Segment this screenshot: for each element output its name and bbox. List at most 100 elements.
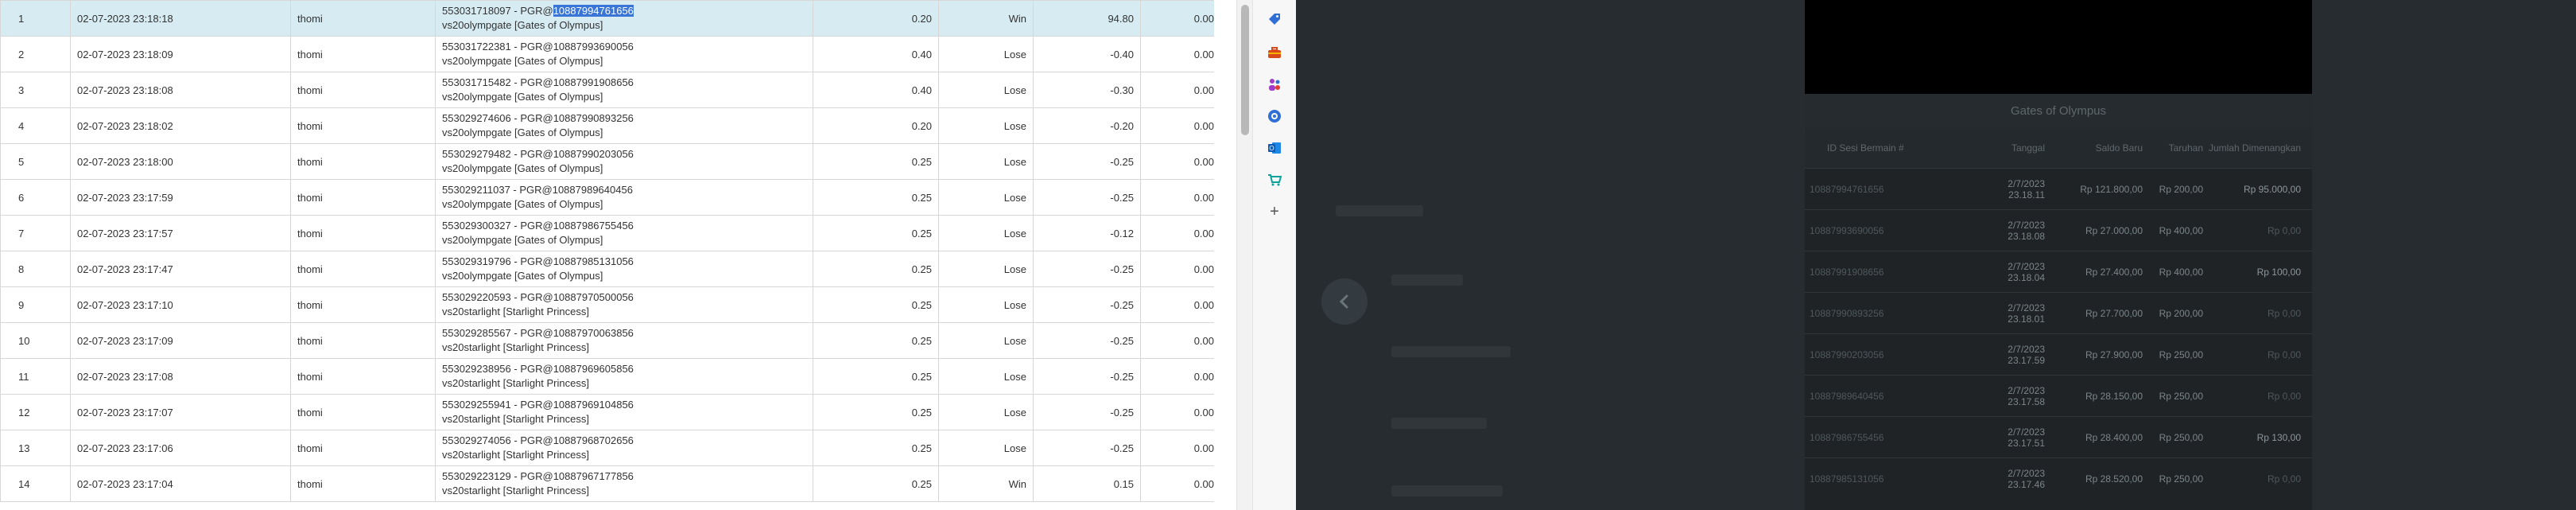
game-code: vs20olympgate [Gates of Olympus] (442, 127, 603, 138)
dimmed-menu-line (1391, 418, 1487, 429)
dimmed-menu-line (1391, 274, 1463, 286)
table-row[interactable]: 7 02-07-2023 23:17:57 thomi 553029300327 - … (0, 215, 1214, 251)
row-number: 10 (0, 322, 71, 359)
game-id-prefix: 553029238956 - PGR@ (442, 363, 553, 375)
table-row[interactable]: 1 02-07-2023 23:18:18 thomi 553031718097 - … (0, 0, 1214, 37)
table-row[interactable]: 11 02-07-2023 23:17:08 thomi 553029238956 -… (0, 358, 1214, 395)
bet-value: Rp 400,00 (2159, 224, 2203, 236)
dimmed-menu-line (1336, 205, 1423, 216)
game-round-id[interactable]: 10887969605856 (553, 363, 634, 375)
history-row[interactable]: 10887994761656 2/7/2023 23.18.11 Rp 121.80… (1805, 168, 2312, 209)
vertical-scrollbar[interactable] (1236, 0, 1253, 510)
row-number: 8 (0, 251, 71, 287)
username: thomi (290, 430, 436, 466)
game-info: 553029274606 - PGR@10887990893256 vs20oly… (435, 107, 813, 144)
plus-icon[interactable]: + (1263, 200, 1286, 223)
bet-date: 02-07-2023 23:18:02 (70, 107, 291, 144)
table-row[interactable]: 8 02-07-2023 23:17:47 thomi 553029319796 - … (0, 251, 1214, 287)
extension-icon[interactable] (1263, 105, 1286, 127)
shopping-cart-icon[interactable] (1263, 169, 1286, 191)
game-round-id[interactable]: 10887970063856 (553, 327, 634, 339)
history-row[interactable]: 10887990893256 2/7/2023 23.18.01 Rp 27.700… (1805, 292, 2312, 333)
history-row[interactable]: 10887990203056 2/7/2023 23.17.59 Rp 27.900… (1805, 333, 2312, 375)
game-round-id[interactable]: 10887970500056 (553, 291, 634, 303)
history-row[interactable]: 10887986755456 2/7/2023 23.17.51 Rp 28.400… (1805, 416, 2312, 457)
game-code: vs20olympgate [Gates of Olympus] (442, 270, 603, 282)
row-number: 4 (0, 107, 71, 144)
session-id: 10887993690056 (1810, 224, 1884, 236)
game-code: vs20olympgate [Gates of Olympus] (442, 234, 603, 246)
bet-result: Win (938, 465, 1034, 502)
bet-date: 02-07-2023 23:18:18 (70, 0, 291, 37)
dimmed-menu-line (1391, 346, 1511, 357)
table-row[interactable]: 2 02-07-2023 23:18:09 thomi 553031722381 - … (0, 36, 1214, 72)
bet-date: 02-07-2023 23:17:04 (70, 465, 291, 502)
table-row[interactable]: 12 02-07-2023 23:17:07 thomi 553029255941 -… (0, 394, 1214, 430)
game-id-prefix: 553029255941 - PGR@ (442, 399, 553, 411)
game-id-prefix: 553031722381 - PGR@ (442, 41, 553, 53)
row-number: 12 (0, 394, 71, 430)
table-row[interactable]: 10 02-07-2023 23:17:09 thomi 553029285567 -… (0, 322, 1214, 359)
game-round-id[interactable]: 10887986755456 (553, 220, 634, 232)
session-date: 2/7/2023 23.18.04 (2008, 260, 2045, 283)
username: thomi (290, 322, 436, 359)
history-row[interactable]: 10887989640456 2/7/2023 23.17.58 Rp 28.150… (1805, 375, 2312, 416)
username: thomi (290, 358, 436, 395)
balance: 0.00 (1140, 36, 1214, 72)
table-row[interactable]: 3 02-07-2023 23:18:08 thomi 553031715482 - … (0, 72, 1214, 108)
game-info: 553029238956 - PGR@10887969605856 vs20sta… (435, 358, 813, 395)
game-round-id[interactable]: 10887990203056 (553, 148, 634, 160)
bet-date: 02-07-2023 23:17:07 (70, 394, 291, 430)
table-row[interactable]: 14 02-07-2023 23:17:04 thomi 553029223129 -… (0, 465, 1214, 502)
game-round-id[interactable]: 10887985131056 (553, 255, 634, 267)
table-row[interactable]: 13 02-07-2023 23:17:06 thomi 553029274056 -… (0, 430, 1214, 466)
scrollbar-thumb[interactable] (1241, 5, 1249, 135)
win-loss-amount: -0.25 (1033, 358, 1141, 395)
game-round-id[interactable]: 10887968702656 (553, 434, 634, 446)
game-info: 553029211037 - PGR@10887989640456 vs20oly… (435, 179, 813, 216)
game-id-prefix: 553029319796 - PGR@ (442, 255, 553, 267)
win-loss-amount: -0.25 (1033, 322, 1141, 359)
outlook-icon[interactable]: O (1263, 137, 1286, 159)
game-round-id[interactable]: 10887993690056 (553, 41, 634, 53)
header-balance: Saldo Baru (2095, 142, 2143, 154)
game-round-id[interactable]: 10887967177856 (553, 470, 634, 482)
bet-amount: 0.25 (813, 286, 939, 323)
row-number: 11 (0, 358, 71, 395)
table-row[interactable]: 9 02-07-2023 23:17:10 thomi 553029220593 - … (0, 286, 1214, 323)
game-round-id[interactable]: 10887994761656 (553, 5, 634, 17)
session-date: 2/7/2023 23.17.58 (2008, 384, 2045, 407)
chevron-left-icon[interactable] (1321, 278, 1368, 325)
game-info: 553029285567 - PGR@10887970063856 vs20sta… (435, 322, 813, 359)
game-round-id[interactable]: 10887991908656 (553, 76, 634, 88)
session-id: 10887985131056 (1810, 473, 1884, 485)
table-row[interactable]: 6 02-07-2023 23:17:59 thomi 553029211037 - … (0, 179, 1214, 216)
bet-date: 02-07-2023 23:17:09 (70, 322, 291, 359)
game-round-id[interactable]: 10887990893256 (553, 112, 634, 124)
amount-won: Rp 100,00 (2256, 266, 2301, 278)
game-round-id[interactable]: 10887989640456 (553, 184, 633, 196)
bet-date: 02-07-2023 23:18:08 (70, 72, 291, 108)
game-code: vs20starlight [Starlight Princess] (442, 341, 589, 353)
table-row[interactable]: 4 02-07-2023 23:18:02 thomi 553029274606 - … (0, 107, 1214, 144)
history-row[interactable]: 10887985131056 2/7/2023 23.17.46 Rp 28.520… (1805, 457, 2312, 499)
game-info: 553031715482 - PGR@10887991908656 vs20oly… (435, 72, 813, 108)
amount-won: Rp 130,00 (2256, 431, 2301, 443)
history-row[interactable]: 10887991908656 2/7/2023 23.18.04 Rp 27.400… (1805, 251, 2312, 292)
game-id-prefix: 553031718097 - PGR@ (442, 5, 553, 17)
balance: 0.00 (1140, 251, 1214, 287)
win-loss-amount: -0.12 (1033, 215, 1141, 251)
game-id-prefix: 553029274606 - PGR@ (442, 112, 553, 124)
balance: 0.00 (1140, 358, 1214, 395)
table-row[interactable]: 5 02-07-2023 23:18:00 thomi 553029279482 - … (0, 143, 1214, 180)
username: thomi (290, 36, 436, 72)
amount-won: Rp 95.000,00 (2243, 183, 2301, 195)
people-icon[interactable] (1263, 73, 1286, 95)
history-row[interactable]: 10887993690056 2/7/2023 23.18.08 Rp 27.000… (1805, 209, 2312, 251)
toolbox-icon[interactable] (1263, 41, 1286, 64)
row-number: 14 (0, 465, 71, 502)
game-round-id[interactable]: 10887969104856 (553, 399, 634, 411)
tag-icon[interactable] (1263, 8, 1286, 30)
username: thomi (290, 286, 436, 323)
session-date: 2/7/2023 23.18.01 (2008, 302, 2045, 325)
